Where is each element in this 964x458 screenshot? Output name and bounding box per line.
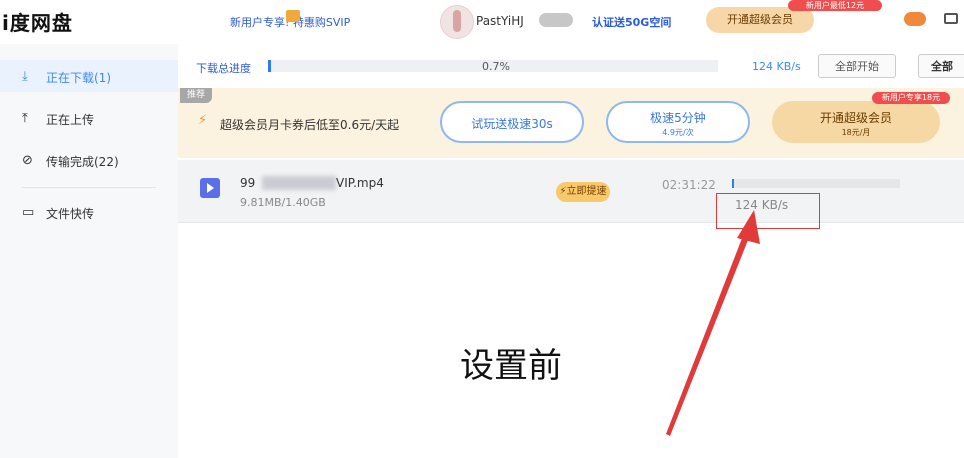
- speed-5min-button[interactable]: 极速5分钟 4.9元/次: [606, 101, 750, 143]
- annotation-caption: 设置前: [460, 346, 562, 386]
- upload-icon: ⤒: [22, 111, 28, 126]
- check-circle-icon: ⊘: [22, 153, 33, 168]
- mail-icon[interactable]: [944, 13, 958, 24]
- sidebar-item-label: 正在上传: [46, 113, 95, 127]
- file-name-suffix: VIP.mp4: [336, 176, 384, 190]
- file-name-prefix: 99: [240, 176, 256, 190]
- trial-speed-button[interactable]: 试玩送极速30s: [440, 101, 584, 143]
- username[interactable]: PastYiHJ: [476, 14, 524, 28]
- download-icon: ⤓: [22, 69, 28, 84]
- vip-badge: 新用户最低12元: [788, 0, 882, 11]
- boost-label: 立即提速: [566, 186, 607, 197]
- remaining-time: 02:31:22: [662, 178, 716, 192]
- highlight-box: [716, 193, 820, 229]
- start-all-button[interactable]: 全部开始: [818, 54, 896, 78]
- speed-5min-label: 极速5分钟: [650, 111, 706, 125]
- total-speed: 124 KB/s: [752, 60, 801, 73]
- band-vip-badge: 新用户专享18元: [872, 92, 950, 104]
- lightning-icon: ⚡: [198, 113, 208, 128]
- gift-icon[interactable]: [286, 10, 300, 22]
- all-more-button[interactable]: 全部: [918, 54, 964, 78]
- band-vip-price: 18元/月: [841, 128, 871, 137]
- verify-link[interactable]: 认证送50G空间: [592, 14, 671, 30]
- trial-speed-label: 试玩送极速30s: [471, 117, 553, 131]
- sidebar-item-quick-transfer[interactable]: ▭ 文件快传: [0, 196, 168, 228]
- recommend-tag: 推荐: [180, 88, 212, 103]
- sidebar-item-uploading[interactable]: ⤒ 正在上传: [0, 102, 168, 134]
- video-file-icon: [200, 178, 220, 198]
- game-icon[interactable]: [904, 12, 926, 26]
- sidebar-item-label: 正在下载(1): [46, 71, 111, 85]
- app-logo: i度网盘: [2, 11, 73, 35]
- vip-level-icon: [539, 13, 573, 27]
- file-progress-bar: [732, 179, 900, 188]
- sidebar-divider: [22, 187, 156, 188]
- monitor-icon: ▭: [22, 205, 35, 220]
- band-vip-label: 开通超级会员: [819, 111, 892, 125]
- boost-button[interactable]: ⚡立即提速: [556, 182, 610, 202]
- avatar[interactable]: [440, 5, 474, 39]
- sidebar-item-label: 传输完成(22): [46, 155, 119, 169]
- promo-text: 超级会员月卡券后低至0.6元/天起: [220, 118, 400, 132]
- sidebar-item-downloading[interactable]: ⤓ 正在下载(1): [0, 60, 178, 92]
- file-name-redacted: [262, 176, 336, 190]
- band-vip-button[interactable]: 开通超级会员 18元/月: [772, 101, 940, 143]
- total-progress-label: 下载总进度: [196, 62, 251, 75]
- total-progress-percent: 0.7%: [482, 60, 510, 73]
- sidebar-item-label: 文件快传: [46, 207, 95, 221]
- sidebar-item-completed[interactable]: ⊘ 传输完成(22): [0, 144, 168, 176]
- file-size: 9.81MB/1.40GB: [240, 196, 326, 209]
- speed-5min-price: 4.9元/次: [662, 128, 694, 137]
